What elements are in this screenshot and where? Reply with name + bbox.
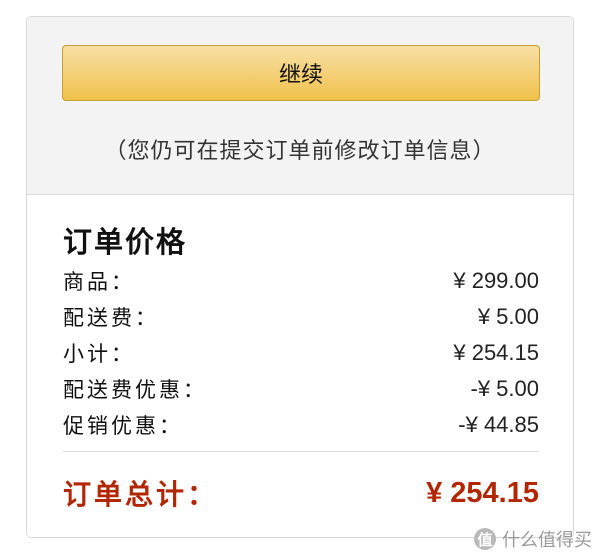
price-row-label: 商品： [63, 270, 135, 294]
price-row-value: -¥ 5.00 [470, 376, 540, 401]
price-row-label: 小计： [63, 342, 135, 366]
order-price-title: 订单价格 [63, 225, 188, 259]
order-total-row: 订单总计： ¥ 254.15 [63, 473, 539, 513]
checkout-action-panel: 继续 （您仍可在提交订单前修改订单信息） [27, 17, 573, 195]
price-row-label: 配送费： [63, 306, 159, 330]
order-summary-card: 继续 （您仍可在提交订单前修改订单信息） 订单价格 商品： ¥ 299.00 配… [26, 16, 574, 538]
price-row-items: 商品： ¥ 299.00 [63, 266, 539, 296]
price-row-label: 配送费优惠： [63, 378, 207, 402]
edit-order-note: （您仍可在提交订单前修改订单信息） [104, 139, 496, 164]
watermark-logo: 值 什么值得买 [474, 526, 592, 552]
price-row-value: ¥ 254.15 [453, 340, 539, 365]
summary-divider [63, 451, 539, 452]
continue-button[interactable]: 继续 [62, 45, 540, 101]
price-row-label: 促销优惠： [63, 414, 183, 438]
watermark-text: 什么值得买 [502, 530, 592, 551]
price-row-value: ¥ 5.00 [477, 304, 539, 329]
order-total-value: ¥ 254.15 [426, 476, 539, 509]
price-row-value: ¥ 299.00 [453, 268, 539, 293]
watermark-badge-icon: 值 [474, 528, 496, 550]
order-total-label: 订单总计： [63, 478, 219, 511]
price-row-promo-discount: 促销优惠： -¥ 44.85 [63, 410, 539, 440]
price-row-shipping: 配送费： ¥ 5.00 [63, 302, 539, 332]
price-row-value: -¥ 44.85 [458, 412, 539, 437]
price-row-shipping-discount: 配送费优惠： -¥ 5.00 [63, 374, 539, 404]
price-row-subtotal: 小计： ¥ 254.15 [63, 338, 539, 368]
